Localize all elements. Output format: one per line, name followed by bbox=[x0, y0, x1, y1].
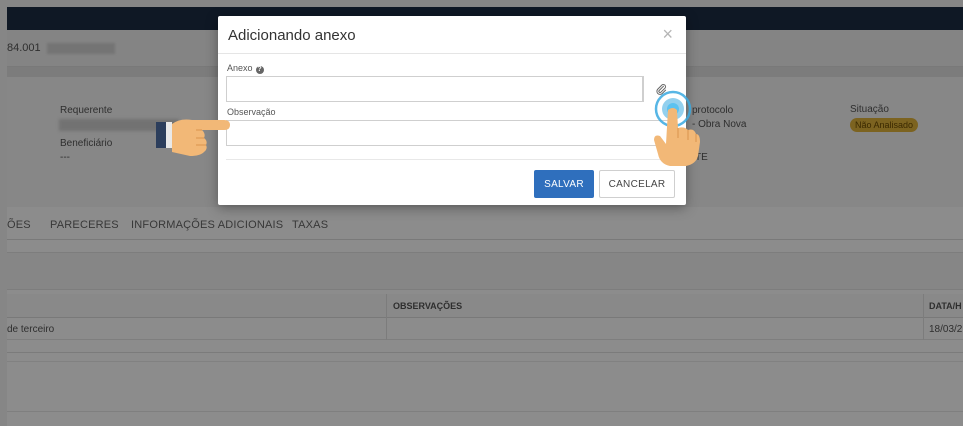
observacao-label: Observação bbox=[227, 107, 276, 117]
pointing-hand-icon bbox=[156, 119, 230, 156]
question-icon[interactable]: ? bbox=[255, 66, 264, 74]
cancel-button[interactable]: CANCELAR bbox=[599, 170, 675, 198]
tapping-hand-icon bbox=[654, 108, 700, 166]
anexo-input[interactable] bbox=[226, 76, 643, 102]
add-attachment-modal: Adicionando anexo × Anexo? Observação SA… bbox=[218, 16, 686, 205]
observacao-input[interactable] bbox=[226, 120, 677, 146]
close-icon[interactable]: × bbox=[662, 25, 673, 43]
save-button[interactable]: SALVAR bbox=[534, 170, 594, 198]
modal-title: Adicionando anexo bbox=[228, 27, 356, 44]
modal-header: Adicionando anexo × bbox=[218, 16, 686, 54]
modal-divider bbox=[226, 159, 677, 160]
anexo-label: Anexo? bbox=[227, 63, 264, 74]
